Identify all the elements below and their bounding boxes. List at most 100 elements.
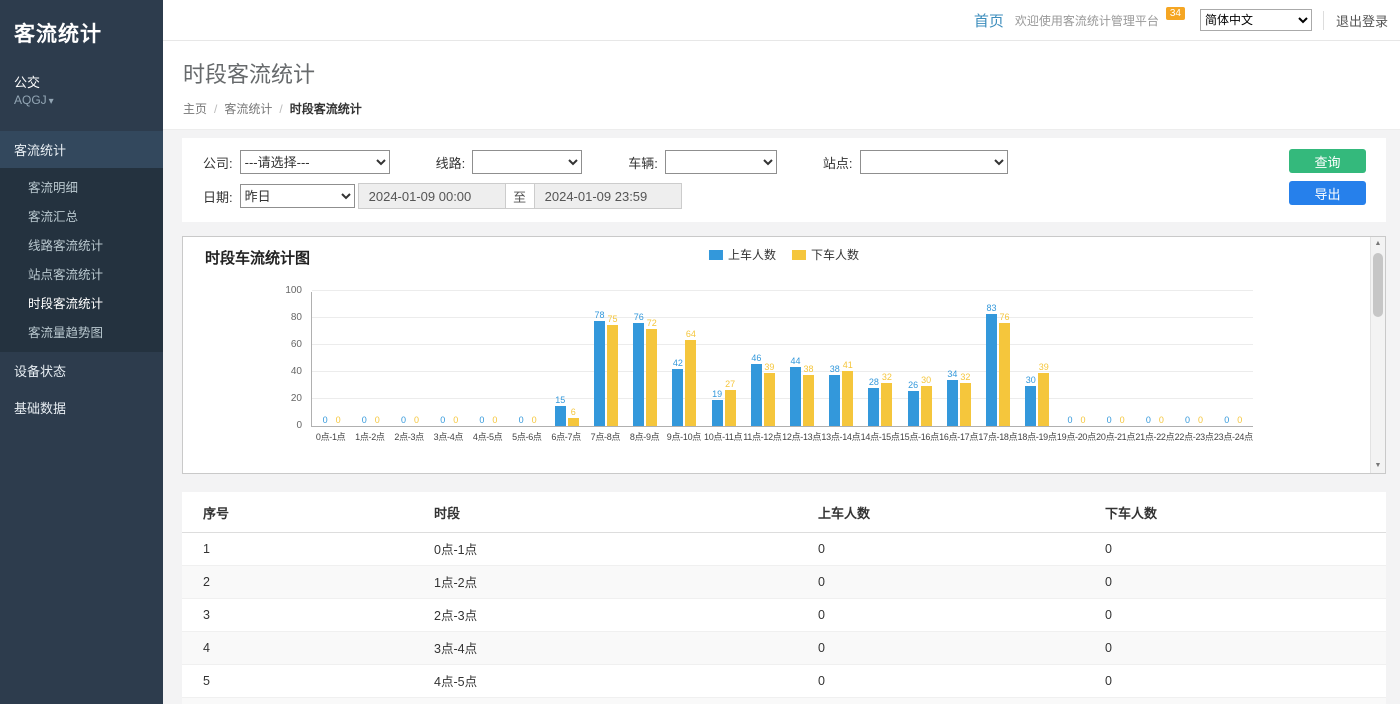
bar-value-label: 0: [401, 415, 406, 425]
content-header: 时段客流统计 主页/客流统计/时段客流统计: [163, 41, 1400, 130]
table-row: 43点-4点00: [182, 632, 1386, 665]
bar-column: 30: [1025, 375, 1036, 427]
x-tick-label: 5点-6点: [507, 430, 546, 443]
bar-column: 0: [1077, 415, 1088, 426]
legend-label: 上车人数: [728, 246, 776, 263]
bar-column: 0: [1182, 415, 1193, 426]
sidebar-section-passenger-stats[interactable]: 客流统计: [0, 131, 163, 168]
sidebar-item[interactable]: 线路客流统计: [0, 230, 163, 259]
bar-value-label: 0: [1237, 415, 1242, 425]
bar-column: 0: [359, 415, 370, 426]
bar-column: 19: [712, 389, 723, 426]
x-tick-label: 1点-2点: [350, 430, 389, 443]
bar-group: 4639: [743, 292, 782, 426]
bar: [712, 400, 723, 426]
bar-value-label: 76: [634, 312, 644, 322]
bar-value-label: 38: [830, 364, 840, 374]
sidebar-item[interactable]: 站点客流统计: [0, 259, 163, 288]
sidebar-item[interactable]: 客流明细: [0, 172, 163, 201]
breadcrumb-item[interactable]: 客流统计: [224, 102, 272, 116]
bar: [1038, 373, 1049, 426]
data-table-body: 10点-1点0021点-2点0032点-3点0043点-4点0054点-5点00…: [182, 533, 1386, 704]
data-table: 序号时段上车人数下车人数 10点-1点0021点-2点0032点-3点0043点…: [182, 492, 1386, 704]
bar-column: 0: [1195, 415, 1206, 426]
bar-group: 00: [312, 292, 351, 426]
query-button[interactable]: 查询: [1289, 149, 1366, 173]
chart-title: 时段车流统计图: [205, 247, 310, 268]
app-brand: 客流统计: [0, 0, 163, 52]
table-header-row: 序号时段上车人数下车人数: [182, 492, 1386, 533]
table-cell: 2: [182, 566, 413, 599]
date-from-input[interactable]: [358, 183, 506, 209]
logout-button[interactable]: 退出登录: [1323, 11, 1388, 30]
bar-value-label: 0: [453, 415, 458, 425]
table-cell: 0: [797, 698, 1084, 704]
bar: [672, 369, 683, 426]
bar-group: 00: [1057, 292, 1096, 426]
bar-group: 7875: [586, 292, 625, 426]
scrollbar-up-icon[interactable]: ▲: [1371, 237, 1385, 251]
home-link[interactable]: 首页: [974, 10, 1004, 31]
bar: [751, 364, 762, 426]
sidebar-item[interactable]: 客流汇总: [0, 201, 163, 230]
bar-value-label: 26: [908, 380, 918, 390]
x-tick-label: 0点-1点: [311, 430, 350, 443]
table-cell: 0: [1084, 698, 1386, 704]
gridline: [312, 290, 1253, 291]
date-preset-select[interactable]: 昨日: [240, 184, 355, 208]
language-select[interactable]: 简体中文: [1200, 9, 1312, 31]
sidebar-item[interactable]: 客流量趋势图: [0, 317, 163, 346]
bar: [568, 418, 579, 426]
scrollbar-thumb[interactable]: [1373, 253, 1383, 317]
bar: [594, 321, 605, 426]
chart-scrollbar[interactable]: ▲ ▼: [1370, 237, 1385, 473]
caret-down-icon: ▾: [49, 96, 54, 107]
bar-value-label: 0: [1107, 415, 1112, 425]
breadcrumb: 主页/客流统计/时段客流统计: [183, 100, 1400, 117]
bar-column: 32: [881, 372, 892, 426]
user-menu[interactable]: AQGJ▾: [0, 93, 163, 107]
bar-value-label: 0: [492, 415, 497, 425]
scrollbar-down-icon[interactable]: ▼: [1371, 459, 1385, 473]
line-select[interactable]: [472, 150, 582, 174]
breadcrumb-item[interactable]: 主页: [183, 102, 207, 116]
table-cell: 1: [182, 533, 413, 566]
company-select[interactable]: ---请选择---: [240, 150, 390, 174]
legend-item[interactable]: 上车人数: [709, 246, 776, 263]
x-tick-label: 9点-10点: [664, 430, 703, 443]
table-cell: 0: [1084, 665, 1386, 698]
bar: [829, 375, 840, 426]
table-cell: 3: [182, 599, 413, 632]
user-name-label: AQGJ: [14, 93, 47, 107]
bar-column: 34: [947, 369, 958, 426]
x-tick-label: 21点-22点: [1135, 430, 1174, 443]
bar: [555, 406, 566, 426]
station-select[interactable]: [860, 150, 1008, 174]
sidebar-section[interactable]: 基础数据: [0, 389, 163, 426]
table-cell: 0: [1084, 632, 1386, 665]
bar-value-label: 0: [1159, 415, 1164, 425]
bar-column: 0: [1234, 415, 1245, 426]
table-cell: 0: [1084, 599, 1386, 632]
sidebar-item[interactable]: 时段客流统计: [0, 288, 163, 317]
bar-column: 26: [908, 380, 919, 426]
legend-item[interactable]: 下车人数: [792, 246, 859, 263]
x-tick-label: 3点-4点: [429, 430, 468, 443]
table-cell: 0: [797, 632, 1084, 665]
bar-column: 0: [476, 415, 487, 426]
bar-group: 3841: [822, 292, 861, 426]
x-tick-label: 17点-18点: [978, 430, 1017, 443]
x-tick-label: 15点-16点: [900, 430, 939, 443]
notification-badge[interactable]: 34: [1166, 7, 1185, 20]
vehicle-select[interactable]: [665, 150, 777, 174]
bar-value-label: 0: [375, 415, 380, 425]
bar-group: 4438: [782, 292, 821, 426]
bar-value-label: 38: [804, 364, 814, 374]
data-table-panel: 序号时段上车人数下车人数 10点-1点0021点-2点0032点-3点0043点…: [182, 492, 1386, 704]
line-label: 线路:: [436, 153, 466, 172]
sidebar-section[interactable]: 设备状态: [0, 352, 163, 389]
bar: [842, 371, 853, 426]
export-button[interactable]: 导出: [1289, 181, 1366, 205]
bar-group: 00: [1135, 292, 1174, 426]
date-to-input[interactable]: [534, 183, 682, 209]
